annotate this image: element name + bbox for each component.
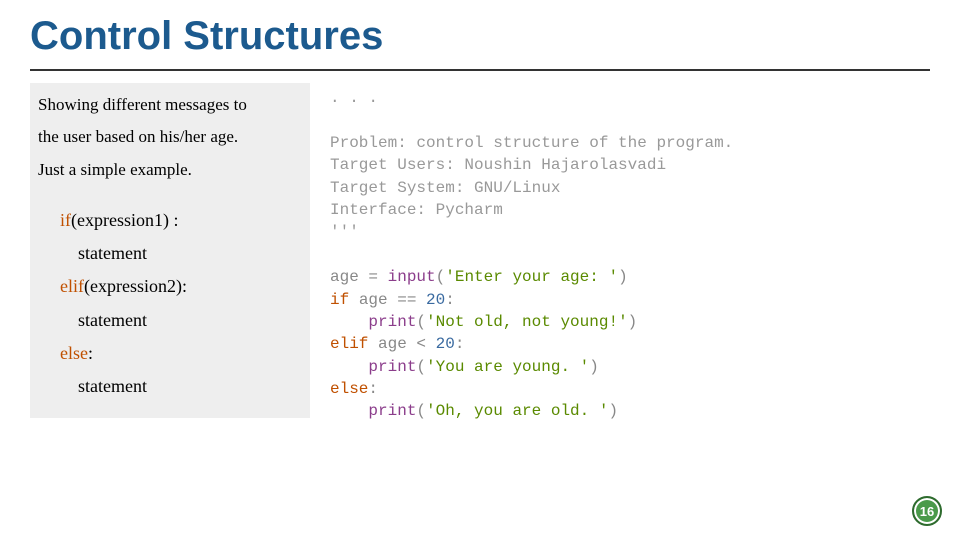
desc-line: Showing different messages to xyxy=(38,89,302,121)
keyword-if: if xyxy=(60,210,71,230)
docstring-open: . . . xyxy=(330,89,378,107)
syntax-stmt: statement xyxy=(38,237,302,270)
docstring-line: Interface: Pycharm xyxy=(330,201,503,219)
code-line: age = input('Enter your age: ') xyxy=(330,268,628,286)
docstring-line: Target Users: Noushin Hajarolasvadi xyxy=(330,156,666,174)
syntax-elif: elif(expression2): xyxy=(38,270,302,303)
syntax-block: if(expression1) : statement elif(express… xyxy=(30,194,310,418)
docstring-close: ''' xyxy=(330,223,359,241)
docstring-line: Target System: GNU/Linux xyxy=(330,179,560,197)
keyword-elif: elif xyxy=(60,276,84,296)
right-column: . . . Problem: control structure of the … xyxy=(330,83,930,423)
code-line: print('Oh, you are old. ') xyxy=(330,402,618,420)
syntax-text: (expression2): xyxy=(84,276,187,296)
syntax-text: : xyxy=(88,343,93,363)
code-line: elif age < 20: xyxy=(330,335,464,353)
desc-line: Just a simple example. xyxy=(38,154,302,186)
syntax-if: if(expression1) : xyxy=(38,204,302,237)
content-columns: Showing different messages to the user b… xyxy=(0,83,960,423)
keyword-else: else xyxy=(60,343,88,363)
docstring-line: Problem: control structure of the progra… xyxy=(330,134,733,152)
example-description: Showing different messages to the user b… xyxy=(30,83,310,194)
code-block: . . . Problem: control structure of the … xyxy=(330,83,930,423)
code-line: print('You are young. ') xyxy=(330,358,599,376)
syntax-stmt: statement xyxy=(38,370,302,403)
slide-title: Control Structures xyxy=(0,0,960,69)
syntax-text: (expression1) : xyxy=(71,210,178,230)
code-line: else: xyxy=(330,380,378,398)
syntax-else: else: xyxy=(38,337,302,370)
left-column: Showing different messages to the user b… xyxy=(30,83,310,423)
desc-line: the user based on his/her age. xyxy=(38,121,302,153)
code-line: print('Not old, not young!') xyxy=(330,313,637,331)
syntax-stmt: statement xyxy=(38,304,302,337)
page-number-badge: 16 xyxy=(912,496,942,526)
title-rule xyxy=(30,69,930,71)
code-line: if age == 20: xyxy=(330,291,455,309)
